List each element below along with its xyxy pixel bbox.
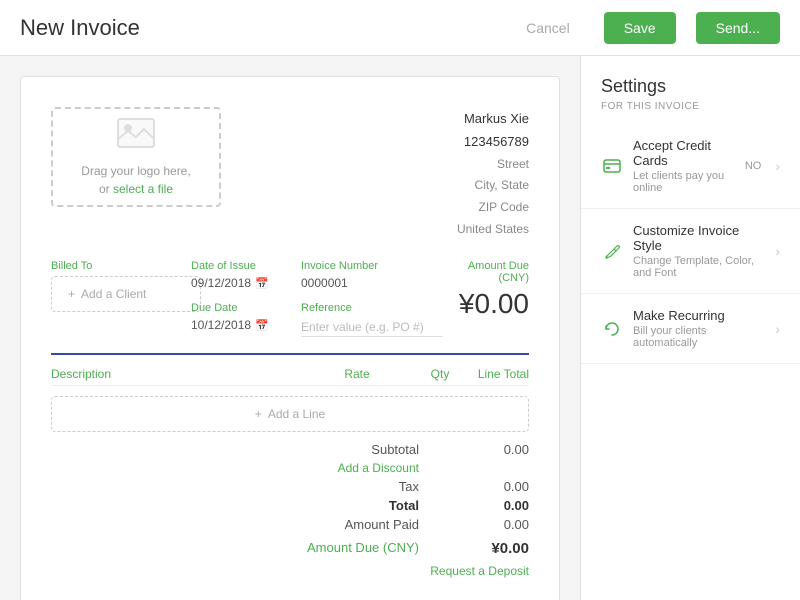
tax-label: Tax	[229, 479, 419, 494]
chevron-right-icon-recurring: ›	[775, 321, 780, 337]
settings-item-credit-cards[interactable]: Accept Credit Cards Let clients pay you …	[581, 124, 800, 209]
make-recurring-title: Make Recurring	[633, 308, 765, 323]
reference-label: Reference	[301, 302, 443, 314]
credit-cards-title: Accept Credit Cards	[633, 138, 735, 168]
add-line-button[interactable]: + Add a Line	[51, 396, 529, 432]
app-header: New Invoice Cancel Save Send...	[0, 0, 800, 56]
invoice-card: Drag your logo here, or select a file Ma…	[20, 76, 560, 600]
deposit-row: Request a Deposit	[229, 563, 529, 578]
credit-card-icon	[601, 158, 623, 174]
amount-due-header-value: ¥0.00	[443, 288, 530, 320]
customize-style-content: Customize Invoice Style Change Template,…	[633, 223, 765, 279]
col-rate-header: Rate	[290, 367, 370, 381]
due-date-label: Due Date	[191, 302, 301, 314]
billed-to-label: Billed To	[51, 260, 191, 272]
date-of-issue-label: Date of Issue	[191, 260, 301, 272]
col-description-header: Description	[51, 367, 290, 381]
invoice-number-section: Invoice Number 0000001 Reference	[301, 260, 443, 337]
final-amount-due-value: ¥0.00	[459, 540, 529, 557]
invoice-number-label: Invoice Number	[301, 260, 443, 272]
image-icon	[116, 117, 156, 156]
subtotal-row: Subtotal 0.00	[229, 442, 529, 457]
final-amount-due-label: Amount Due (CNY)	[229, 540, 419, 557]
amount-paid-label: Amount Paid	[229, 517, 419, 532]
brush-icon	[601, 243, 623, 259]
customize-style-title: Customize Invoice Style	[633, 223, 765, 253]
plus-line-icon: +	[255, 407, 262, 421]
final-amount-due-row: Amount Due (CNY) ¥0.00	[229, 540, 529, 557]
tax-value: 0.00	[459, 479, 529, 494]
settings-item-customize-style[interactable]: Customize Invoice Style Change Template,…	[581, 209, 800, 294]
plus-icon: +	[68, 287, 75, 301]
reference-input[interactable]	[301, 318, 443, 337]
company-street: Street	[457, 154, 529, 176]
totals-section: Subtotal 0.00 Add a Discount Tax 0.00 To…	[51, 442, 529, 578]
total-label: Total	[229, 498, 419, 513]
recurring-icon	[601, 321, 623, 337]
chevron-right-icon-style: ›	[775, 243, 780, 259]
customize-style-desc: Change Template, Color, and Font	[633, 255, 765, 279]
table-header: Description Rate Qty Line Total	[51, 363, 529, 386]
save-button[interactable]: Save	[604, 12, 676, 44]
date-of-issue-value: 09/12/2018 📅	[191, 276, 301, 290]
col-qty-header: Qty	[370, 367, 450, 381]
invoice-number-value: 0000001	[301, 276, 443, 290]
invoice-top: Drag your logo here, or select a file Ma…	[51, 107, 529, 240]
settings-subtitle: FOR THIS INVOICE	[581, 101, 800, 124]
company-country: United States	[457, 219, 529, 241]
invoice-fields-row: Billed To + Add a Client Date of Issue 0…	[51, 260, 529, 337]
logo-drop-zone[interactable]: Drag your logo here, or select a file	[51, 107, 221, 207]
credit-cards-desc: Let clients pay you online	[633, 170, 735, 194]
company-phone: 123456789	[457, 130, 529, 153]
make-recurring-content: Make Recurring Bill your clients automat…	[633, 308, 765, 349]
calendar-icon-due[interactable]: 📅	[255, 319, 269, 332]
main-layout: Drag your logo here, or select a file Ma…	[0, 56, 800, 600]
settings-title: Settings	[581, 76, 800, 101]
settings-item-make-recurring[interactable]: Make Recurring Bill your clients automat…	[581, 294, 800, 364]
tax-row: Tax 0.00	[229, 479, 529, 494]
total-value: 0.00	[459, 498, 529, 513]
company-city-state: City, State	[457, 175, 529, 197]
due-date-value: 10/12/2018 📅	[191, 318, 301, 332]
amount-paid-row: Amount Paid 0.00	[229, 517, 529, 532]
chevron-right-icon-cc: ›	[775, 158, 780, 174]
settings-panel: Settings FOR THIS INVOICE Accept Credit …	[580, 56, 800, 600]
col-total-header: Line Total	[449, 367, 529, 381]
company-info: Markus Xie 123456789 Street City, State …	[457, 107, 529, 240]
amount-due-header-section: Amount Due (CNY) ¥0.00	[443, 260, 530, 337]
credit-cards-content: Accept Credit Cards Let clients pay you …	[633, 138, 735, 194]
subtotal-value: 0.00	[459, 442, 529, 457]
company-zip: ZIP Code	[457, 197, 529, 219]
amount-paid-value: 0.00	[459, 517, 529, 532]
invoice-area: Drag your logo here, or select a file Ma…	[0, 56, 580, 600]
add-client-button[interactable]: + Add a Client	[51, 276, 201, 312]
amount-due-header-label: Amount Due (CNY)	[443, 260, 530, 284]
select-file-link[interactable]: select a file	[113, 182, 173, 196]
send-button[interactable]: Send...	[696, 12, 780, 44]
calendar-icon-issue[interactable]: 📅	[255, 277, 269, 290]
logo-drag-text: Drag your logo here, or select a file	[81, 162, 190, 198]
add-discount-link[interactable]: Add a Discount	[229, 461, 419, 475]
make-recurring-desc: Bill your clients automatically	[633, 325, 765, 349]
company-name: Markus Xie	[457, 107, 529, 130]
page-title: New Invoice	[20, 15, 140, 41]
total-row: Total 0.00	[229, 498, 529, 513]
request-deposit-link[interactable]: Request a Deposit	[430, 564, 529, 578]
table-divider	[51, 353, 529, 355]
billed-to-section: Billed To + Add a Client	[51, 260, 191, 337]
cancel-button[interactable]: Cancel	[512, 12, 584, 44]
credit-cards-badge: NO	[745, 160, 762, 172]
dates-section: Date of Issue 09/12/2018 📅 Due Date 10/1…	[191, 260, 301, 337]
subtotal-label: Subtotal	[229, 442, 419, 457]
discount-row: Add a Discount	[229, 461, 529, 475]
